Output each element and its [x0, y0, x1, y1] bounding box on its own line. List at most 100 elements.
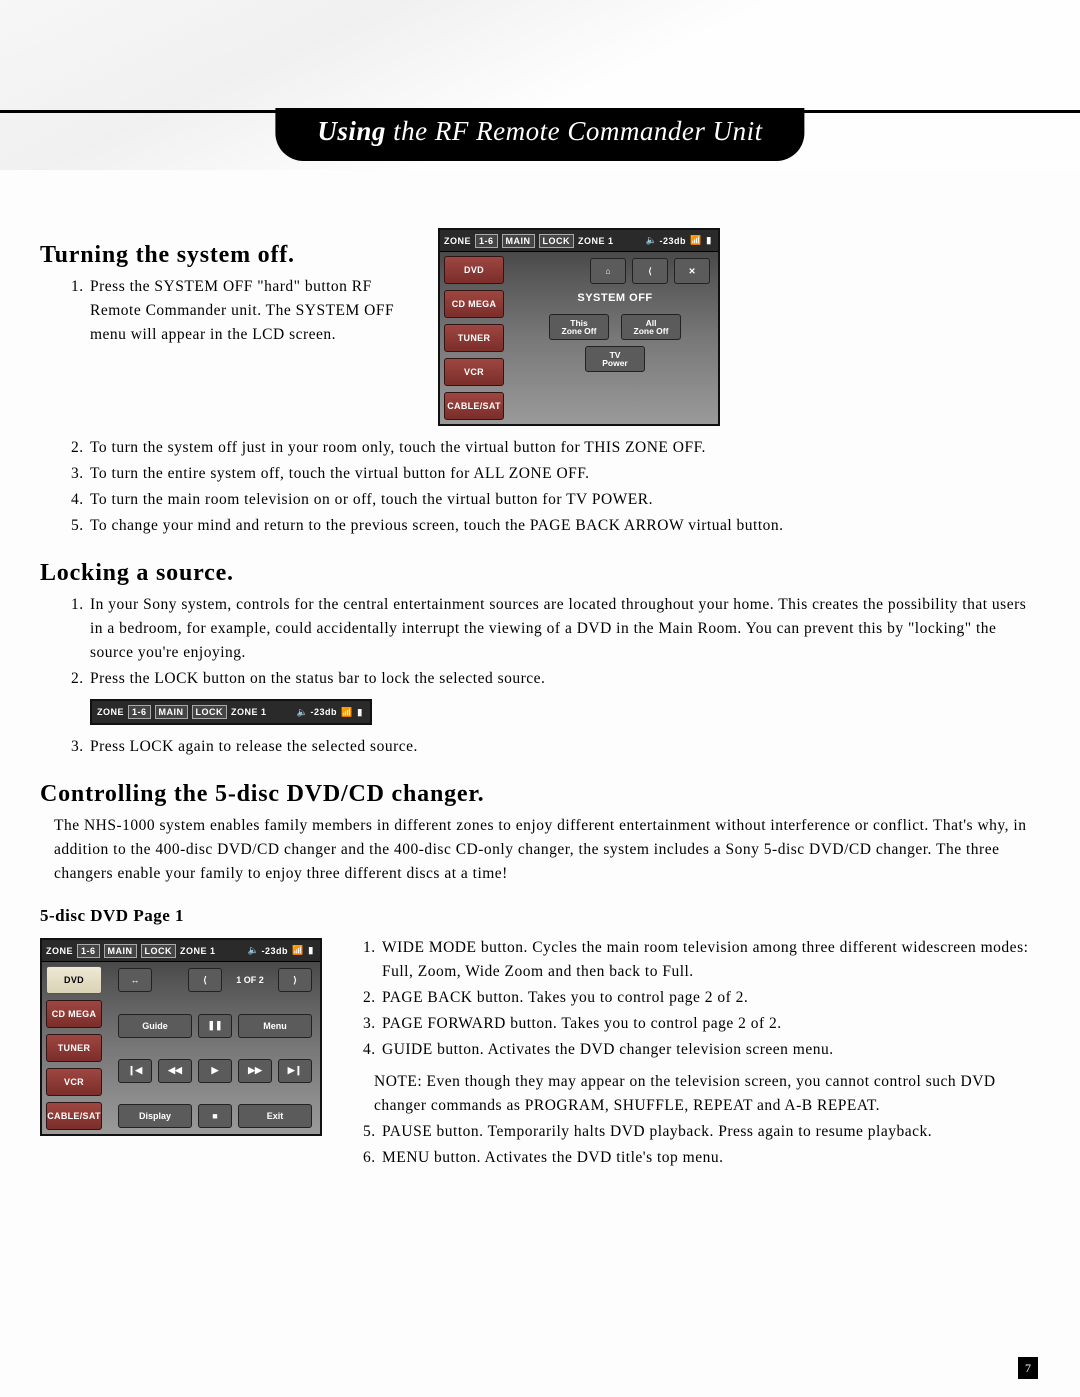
exit-button[interactable]: Exit — [238, 1104, 312, 1128]
status-zone-label: ZONE — [444, 236, 471, 246]
strip-main[interactable]: MAIN — [155, 705, 188, 719]
step-2: To turn the system off just in your room… — [88, 436, 1040, 460]
dvd-intro-para: The NHS-1000 system enables family membe… — [54, 814, 1040, 886]
status-bar-closeup: ZONE 1-6 MAIN LOCK ZONE 1 🔈 -23db 📶 ▮ — [90, 699, 1040, 725]
stop-button[interactable]: ■ — [198, 1104, 232, 1128]
strip-lock[interactable]: LOCK — [192, 705, 228, 719]
system-off-label: System Off — [520, 292, 710, 304]
heading-locking: Locking a source. — [40, 560, 1040, 587]
status-bar-strip: ZONE 1-6 MAIN LOCK ZONE 1 🔈 -23db 📶 ▮ — [92, 701, 370, 723]
step-5: To change your mind and return to the pr… — [88, 514, 1040, 538]
signal-icon: 📶 — [341, 707, 351, 718]
dvd-step-6: MENU button. Activates the DVD title's t… — [380, 1146, 1040, 1170]
subheading-5disc: 5-disc DVD Page 1 — [40, 906, 1040, 926]
locking-steps-b: Press LOCK again to release the selected… — [40, 735, 1040, 759]
all-zone-off-button[interactable]: All Zone Off — [621, 314, 681, 340]
heading-turning-off: Turning the system off. — [40, 242, 410, 269]
display-button[interactable]: Display — [118, 1104, 192, 1128]
this-zone-off-button[interactable]: This Zone Off — [549, 314, 609, 340]
dvd-steps-b: PAUSE button. Temporarily halts DVD play… — [350, 1120, 1040, 1170]
strip-volume: -23db — [310, 707, 337, 717]
source-cd-mega[interactable]: CD MEGA — [444, 290, 504, 318]
lcd-dvd-page1-screenshot: ZONE 1-6 MAIN LOCK ZONE 1 🔈 -23db 📶 ▮ DV… — [40, 938, 322, 1136]
status-main[interactable]: MAIN — [104, 944, 137, 958]
step-4: To turn the main room television on or o… — [88, 488, 1040, 512]
turning-off-steps-a: Press the SYSTEM OFF "hard" button RF Re… — [40, 275, 410, 347]
dvd-step-2: PAGE BACK button. Takes you to control p… — [380, 986, 1040, 1010]
signal-icon: 📶 — [690, 235, 700, 246]
lcd-system-off-screenshot: ZONE 1-6 MAIN LOCK ZONE 1 🔈 -23db 📶 ▮ DV… — [438, 228, 720, 426]
dvd-step-1: WIDE MODE button. Cycles the main room t… — [380, 936, 1040, 984]
status-bar: ZONE 1-6 MAIN LOCK ZONE 1 🔈 -23db 📶 ▮ — [42, 940, 320, 962]
system-off-panel: ⌂ ⟨ ✕ System Off This Zone Off All — [508, 252, 718, 424]
section-turning-off: Turning the system off. Press the SYSTEM… — [40, 220, 1040, 426]
battery-icon: ▮ — [355, 707, 365, 718]
dvd-note: NOTE: Even though they may appear on the… — [374, 1070, 1040, 1118]
pause-button[interactable]: ❚❚ — [198, 1014, 232, 1038]
status-zone-range[interactable]: 1-6 — [77, 944, 100, 958]
source-cd-mega[interactable]: CD MEGA — [46, 1000, 102, 1028]
volume-icon: 🔈 — [247, 945, 257, 956]
rewind-button[interactable]: ◀◀ — [158, 1059, 192, 1083]
signal-icon: 📶 — [292, 945, 302, 956]
source-tuner[interactable]: TUNER — [444, 324, 504, 352]
turning-off-steps-b: To turn the system off just in your room… — [40, 436, 1040, 538]
dvd-step-3: PAGE FORWARD button. Takes you to contro… — [380, 1012, 1040, 1036]
status-zone-sel: ZONE 1 — [180, 946, 216, 956]
home-icon[interactable]: ⌂ — [590, 258, 626, 284]
lock-step-1: In your Sony system, controls for the ce… — [88, 593, 1040, 665]
source-dvd[interactable]: DVD — [46, 966, 102, 994]
dvd-step-4: GUIDE button. Activates the DVD changer … — [380, 1038, 1040, 1062]
lock-step-2: Press the LOCK button on the status bar … — [88, 667, 1040, 691]
dvd-steps-col: WIDE MODE button. Cycles the main room t… — [350, 934, 1040, 1178]
tools-icon[interactable]: ✕ — [674, 258, 710, 284]
page-indicator: 1 OF 2 — [228, 975, 272, 985]
status-lock[interactable]: LOCK — [141, 944, 177, 958]
locking-steps-a: In your Sony system, controls for the ce… — [40, 593, 1040, 691]
page-number: 7 — [1018, 1357, 1038, 1379]
page-back-button[interactable]: ⟨ — [188, 968, 222, 992]
menu-button[interactable]: Menu — [238, 1014, 312, 1038]
strip-zone-sel: ZONE 1 — [231, 707, 267, 717]
source-vcr[interactable]: VCR — [46, 1068, 102, 1096]
source-list: DVD CD MEGA TUNER VCR CABLE/SAT — [440, 252, 508, 424]
guide-button[interactable]: Guide — [118, 1014, 192, 1038]
status-bar: ZONE 1-6 MAIN LOCK ZONE 1 🔈 -23db 📶 ▮ — [440, 230, 718, 252]
volume-icon: 🔈 — [296, 707, 306, 718]
strip-zone-range[interactable]: 1-6 — [128, 705, 151, 719]
source-dvd[interactable]: DVD — [444, 256, 504, 284]
skip-forward-button[interactable]: ▶❙ — [278, 1059, 312, 1083]
fast-forward-button[interactable]: ▶▶ — [238, 1059, 272, 1083]
page-content: Turning the system off. Press the SYSTEM… — [0, 0, 1080, 1178]
dvd-steps-a: WIDE MODE button. Cycles the main room t… — [350, 936, 1040, 1062]
page-back-arrow-icon[interactable]: ⟨ — [632, 258, 668, 284]
status-volume: -23db — [261, 946, 288, 956]
wide-mode-button[interactable]: ↔ — [118, 968, 152, 992]
battery-icon: ▮ — [704, 235, 714, 246]
volume-icon: 🔈 — [645, 235, 655, 246]
dvd-page1-row: ZONE 1-6 MAIN LOCK ZONE 1 🔈 -23db 📶 ▮ DV… — [40, 934, 1040, 1178]
skip-back-button[interactable]: ❙◀ — [118, 1059, 152, 1083]
status-zone-range[interactable]: 1-6 — [475, 234, 498, 248]
page-forward-button[interactable]: ⟩ — [278, 968, 312, 992]
screen1-body: DVD CD MEGA TUNER VCR CABLE/SAT ⌂ ⟨ ✕ Sy… — [440, 252, 718, 424]
strip-zone-label: ZONE — [97, 707, 124, 717]
dvd-screen-body: DVD CD MEGA TUNER VCR CABLE/SAT ↔ ⟨ 1 OF… — [42, 962, 320, 1134]
status-lock[interactable]: LOCK — [539, 234, 575, 248]
battery-icon: ▮ — [306, 945, 316, 956]
tv-power-button[interactable]: TV Power — [585, 346, 645, 372]
manual-page: Using the RF Remote Commander Unit Turni… — [0, 0, 1080, 1397]
dvd-panel: ↔ ⟨ 1 OF 2 ⟩ Guide ❚❚ Menu ❙◀ — [106, 962, 320, 1134]
source-list: DVD CD MEGA TUNER VCR CABLE/SAT — [42, 962, 106, 1134]
source-cable-sat[interactable]: CABLE/SAT — [444, 392, 504, 420]
source-tuner[interactable]: TUNER — [46, 1034, 102, 1062]
status-volume: -23db — [659, 236, 686, 246]
lock-step-3: Press LOCK again to release the selected… — [88, 735, 1040, 759]
step-1: Press the SYSTEM OFF "hard" button RF Re… — [88, 275, 410, 347]
source-cable-sat[interactable]: CABLE/SAT — [46, 1102, 102, 1130]
play-button[interactable]: ▶ — [198, 1059, 232, 1083]
source-vcr[interactable]: VCR — [444, 358, 504, 386]
status-main[interactable]: MAIN — [502, 234, 535, 248]
status-zone-sel: ZONE 1 — [578, 236, 614, 246]
status-zone-label: ZONE — [46, 946, 73, 956]
